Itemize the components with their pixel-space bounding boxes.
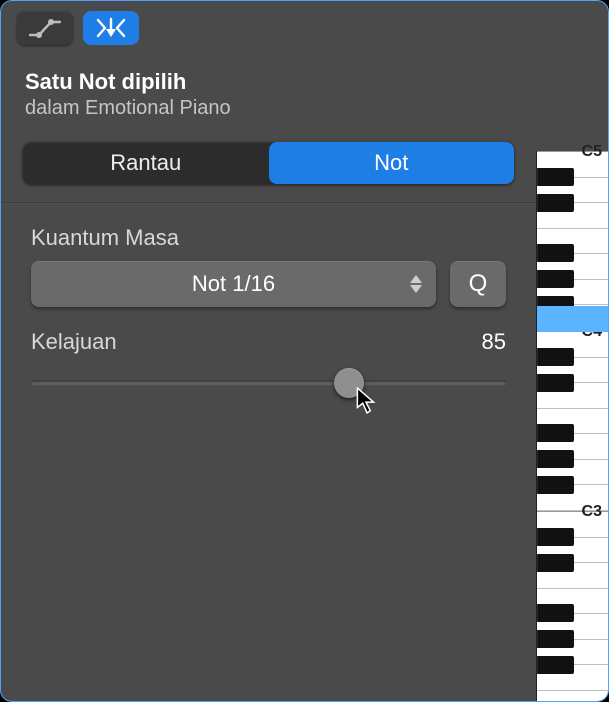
controls: Kuantum Masa Not 1/16 Q Kelajuan 85 [1, 203, 536, 397]
velocity-value: 85 [482, 329, 506, 355]
time-quantize-value: Not 1/16 [192, 271, 275, 297]
toolbar [1, 1, 536, 49]
velocity-label: Kelajuan [31, 329, 117, 355]
mode-segmented-control[interactable]: Rantau Not [23, 142, 514, 184]
velocity-slider[interactable] [31, 369, 506, 397]
slider-thumb[interactable] [334, 368, 364, 398]
time-quantize-label: Kuantum Masa [31, 225, 506, 251]
main-area: Satu Not dipilih dalam Emotional Piano R… [1, 1, 536, 701]
segment-note[interactable]: Not [269, 142, 515, 184]
piano-ruler[interactable]: C5 C4 C3 [536, 151, 608, 701]
midi-in-icon [95, 17, 127, 39]
midi-in-tool-button[interactable] [83, 11, 139, 45]
header: Satu Not dipilih dalam Emotional Piano [1, 49, 536, 136]
quantize-button[interactable]: Q [450, 261, 506, 307]
automation-icon [29, 17, 61, 39]
slider-track [31, 381, 506, 386]
editor-panel: Satu Not dipilih dalam Emotional Piano R… [0, 0, 609, 702]
selection-title: Satu Not dipilih [25, 69, 512, 95]
octave-c3[interactable]: C3 [537, 511, 608, 691]
c4-highlight [537, 306, 608, 332]
selection-subtitle: dalam Emotional Piano [25, 97, 512, 120]
automation-tool-button[interactable] [17, 11, 73, 45]
segment-region[interactable]: Rantau [23, 142, 269, 184]
time-quantize-select[interactable]: Not 1/16 [31, 261, 436, 307]
octave-c5[interactable]: C5 [537, 151, 608, 331]
octave-c4[interactable]: C4 [537, 331, 608, 511]
stepper-icon [410, 275, 422, 293]
